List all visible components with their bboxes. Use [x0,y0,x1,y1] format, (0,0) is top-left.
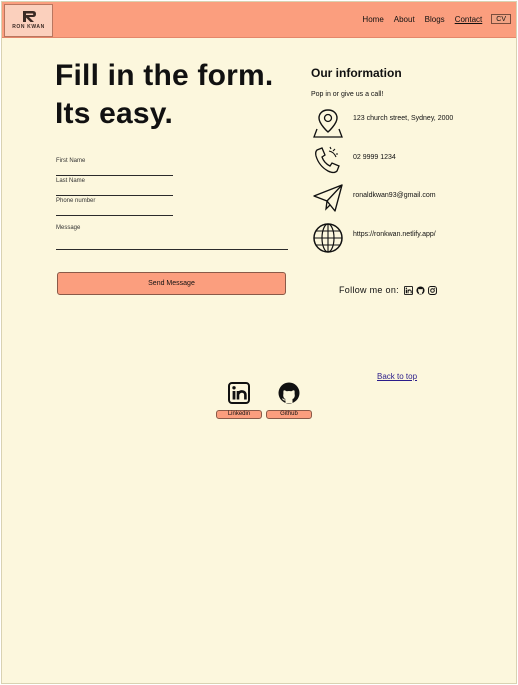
message-label: Message [56,225,81,231]
linkedin-small-icon[interactable] [403,285,413,295]
phone-number-input-line[interactable] [56,215,173,216]
last-name-input-line[interactable] [56,195,173,196]
linkedin-icon[interactable] [228,382,250,404]
paper-plane-icon [313,184,343,212]
nav-link-about[interactable]: About [394,15,415,24]
first-name-input-line[interactable] [56,175,173,176]
linkedin-footer-link[interactable]: Linkedin [216,382,262,419]
page: RON KWAN Home About Blogs Contact CV Fil… [1,1,517,684]
top-navigation-bar: RON KWAN Home About Blogs Contact CV [2,2,516,38]
address-row: 123 church street, Sydney, 2000 [311,107,511,139]
cv-button[interactable]: CV [491,14,511,24]
github-footer-link[interactable]: Github [266,382,312,419]
nav-link-contact[interactable]: Contact [455,15,483,24]
phone-icon [315,146,340,174]
instagram-small-icon[interactable] [427,285,437,295]
github-label[interactable]: Github [266,410,312,419]
linkedin-label[interactable]: Linkedin [216,410,262,419]
first-name-label: First Name [56,158,86,164]
follow-label: Follow me on: [339,285,399,295]
email-row: ronaldkwan93@gmail.com [311,182,511,214]
phone-text: 02 9999 1234 [353,154,396,161]
logo-text: RON KWAN [12,24,45,30]
form-heading-line-1: Fill in the form. [55,59,274,92]
phone-number-label: Phone number [56,198,96,204]
message-field[interactable]: Message [56,225,288,250]
phone-row: 02 9999 1234 [311,144,511,176]
globe-icon [313,223,343,253]
last-name-label: Last Name [56,178,86,184]
address-text: 123 church street, Sydney, 2000 [353,115,454,122]
main-nav: Home About Blogs Contact CV [352,14,511,24]
send-message-button[interactable]: Send Message [57,272,286,295]
follow-me-row: Follow me on: [339,285,437,295]
brand-logo[interactable]: RON KWAN [4,4,53,37]
message-input-line[interactable] [56,249,288,250]
logo-mark-icon [22,11,36,22]
form-heading: Fill in the form. Its easy. [55,57,273,133]
github-small-icon[interactable] [416,285,425,295]
phone-number-field[interactable]: Phone number [56,198,173,216]
email-text: ronaldkwan93@gmail.com [353,192,436,199]
back-to-top-link[interactable]: Back to top [377,372,417,381]
nav-link-home[interactable]: Home [362,15,383,24]
github-icon[interactable] [278,382,300,404]
first-name-field[interactable]: First Name [56,158,173,176]
location-map-icon [313,109,343,138]
form-heading-line-2: Its easy. [55,97,173,130]
website-text[interactable]: https://ronkwan.netlify.app/ [353,231,436,238]
nav-link-blogs[interactable]: Blogs [425,15,445,24]
website-row: https://ronkwan.netlify.app/ [311,221,511,253]
info-title: Our information [311,66,402,80]
info-subtitle: Pop in or give us a call! [311,91,384,98]
last-name-field[interactable]: Last Name [56,178,173,196]
